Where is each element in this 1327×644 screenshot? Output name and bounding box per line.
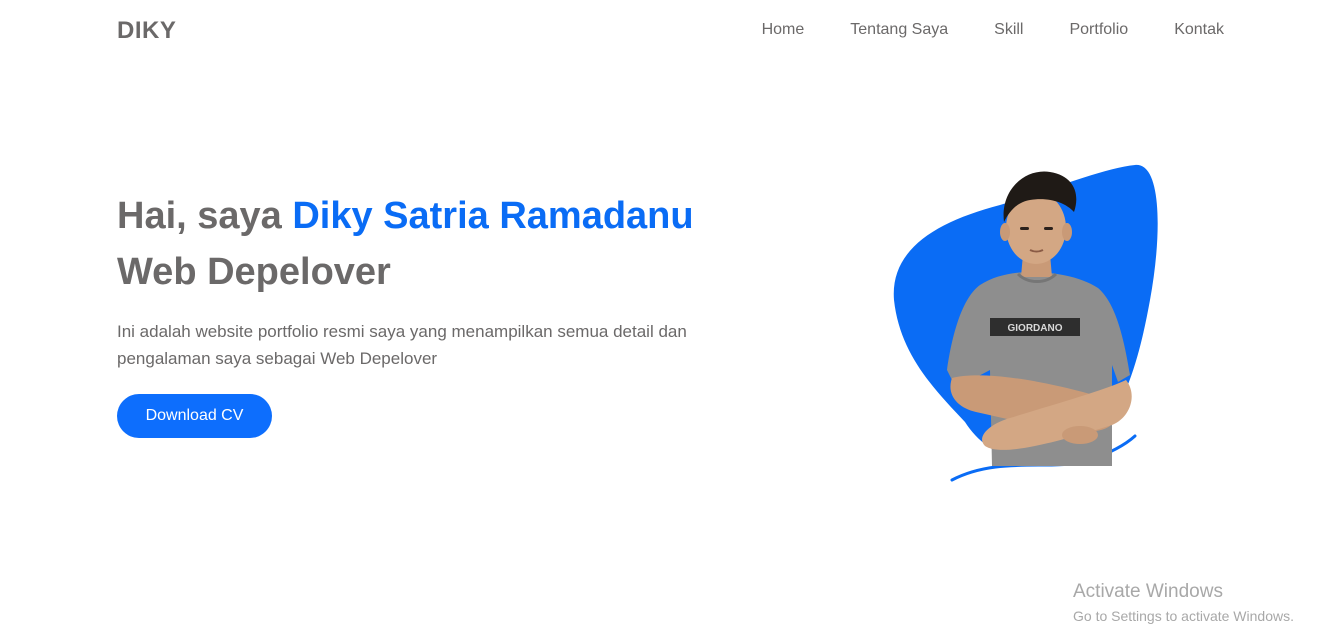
- brand-logo[interactable]: DIKY: [117, 17, 176, 45]
- nav-link-portfolio[interactable]: Portfolio: [1069, 21, 1128, 39]
- windows-activation-watermark: Activate Windows Go to Settings to activ…: [1073, 580, 1294, 626]
- nav-item-skill: Skill: [948, 21, 1023, 39]
- nav-item-tentang-saya: Tentang Saya: [804, 21, 948, 39]
- hero-title-name: Diky Satria Ramadanu: [292, 195, 694, 237]
- profile-photo: GIORDANO: [893, 164, 1158, 482]
- nav-link-skill[interactable]: Skill: [994, 21, 1023, 39]
- nav-links: Home Tentang Saya Skill Portfolio Kontak: [762, 21, 1224, 39]
- nav-item-portfolio: Portfolio: [1023, 21, 1128, 39]
- nav-item-home: Home: [762, 21, 805, 39]
- nav-link-home[interactable]: Home: [762, 21, 805, 39]
- hero-description: Ini adalah website portfolio resmi saya …: [117, 322, 687, 368]
- watermark-subtitle: Go to Settings to activate Windows.: [1073, 608, 1294, 624]
- hero-title-role: Web Depelover: [117, 251, 391, 293]
- profile-illustration: GIORDANO: [880, 150, 1170, 495]
- navbar: DIKY Home Tentang Saya Skill Portfolio K…: [0, 0, 1327, 62]
- shirt-print-text: GIORDANO: [1008, 323, 1063, 334]
- watermark-title: Activate Windows: [1073, 581, 1223, 602]
- download-cv-button[interactable]: Download CV: [117, 394, 272, 438]
- nav-item-kontak: Kontak: [1128, 21, 1224, 39]
- hero-title-prefix: Hai, saya: [117, 195, 293, 237]
- hero-section: Hai, saya Diky Satria Ramadanu Web Depel…: [117, 188, 797, 438]
- hero-title: Hai, saya Diky Satria Ramadanu Web Depel…: [117, 188, 797, 300]
- nav-link-kontak[interactable]: Kontak: [1174, 21, 1224, 39]
- portfolio-page: DIKY Home Tentang Saya Skill Portfolio K…: [0, 0, 1327, 644]
- nav-link-tentang-saya[interactable]: Tentang Saya: [850, 21, 948, 39]
